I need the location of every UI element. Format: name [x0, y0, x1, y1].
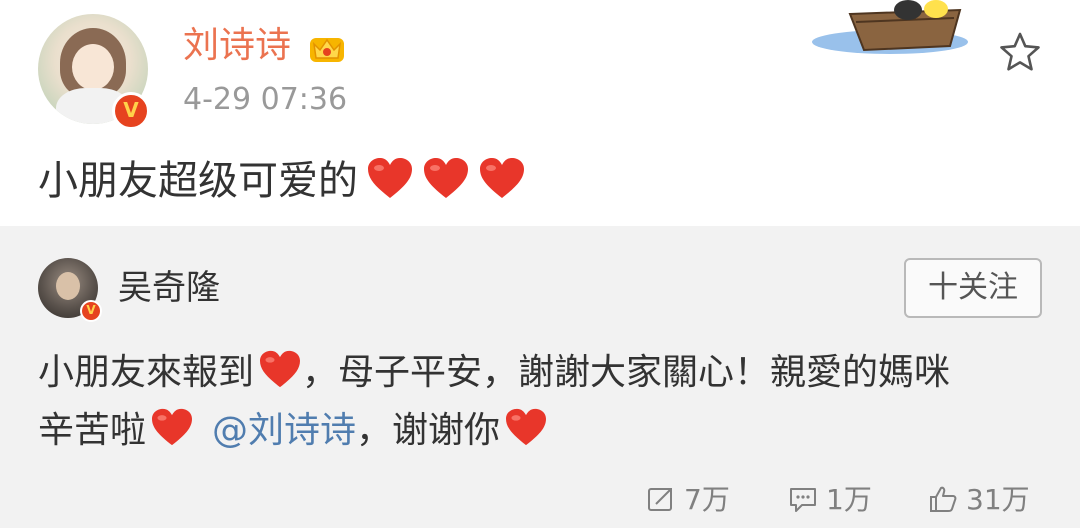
avatar-face	[72, 44, 114, 90]
repost-text-segment: ，谢谢你	[356, 410, 501, 451]
repost-text: 小朋友來報到 ，母子平安，謝謝大家關心！親愛的媽咪 辛苦啦 @刘诗诗，谢谢你	[38, 344, 1048, 460]
comment-count: 1万	[826, 483, 872, 516]
repost-text-segment: 小朋友來報到	[38, 352, 255, 393]
post-timestamp: 4-29 07:36	[183, 82, 348, 117]
like-count: 31万	[966, 483, 1030, 516]
repost-icon	[648, 488, 672, 511]
verified-badge-icon: V	[112, 92, 150, 130]
post-text: 小朋友超级可爱的	[38, 155, 526, 207]
repost-text-segment: 辛苦啦	[38, 410, 147, 451]
heart-icon	[260, 350, 301, 388]
thumbs-up-icon	[930, 486, 957, 512]
post-text-content: 小朋友超级可爱的	[38, 158, 358, 204]
follow-button[interactable]: 十关注	[904, 258, 1042, 318]
heart-icon	[152, 408, 193, 446]
repost-avatar-face	[56, 272, 80, 300]
boat-decoration-icon	[812, 0, 968, 54]
verified-badge-icon: V	[80, 300, 102, 322]
repost-text-line: 小朋友來報到 ，母子平安，謝謝大家關心！親愛的媽咪	[38, 344, 1048, 402]
repost-username[interactable]: 吴奇隆	[118, 266, 220, 310]
repost-count: 7万	[684, 483, 730, 516]
repost-button[interactable]: 7万	[646, 480, 730, 520]
comment-button[interactable]: 1万	[788, 480, 872, 520]
mention-link[interactable]: @刘诗诗	[212, 410, 356, 451]
heart-icon	[424, 158, 468, 198]
crown-icon[interactable]	[308, 30, 346, 64]
repost-text-line: 辛苦啦 @刘诗诗，谢谢你	[38, 402, 1048, 460]
heart-icon	[480, 158, 524, 198]
repost-text-segment: ，母子平安，謝謝大家關心！親愛的媽咪	[302, 352, 951, 393]
heart-icon	[368, 158, 412, 198]
star-icon[interactable]	[998, 30, 1042, 74]
like-button[interactable]: 31万	[928, 480, 1030, 520]
comment-icon	[790, 488, 816, 512]
post-username[interactable]: 刘诗诗	[183, 22, 291, 70]
heart-icon	[506, 408, 547, 446]
